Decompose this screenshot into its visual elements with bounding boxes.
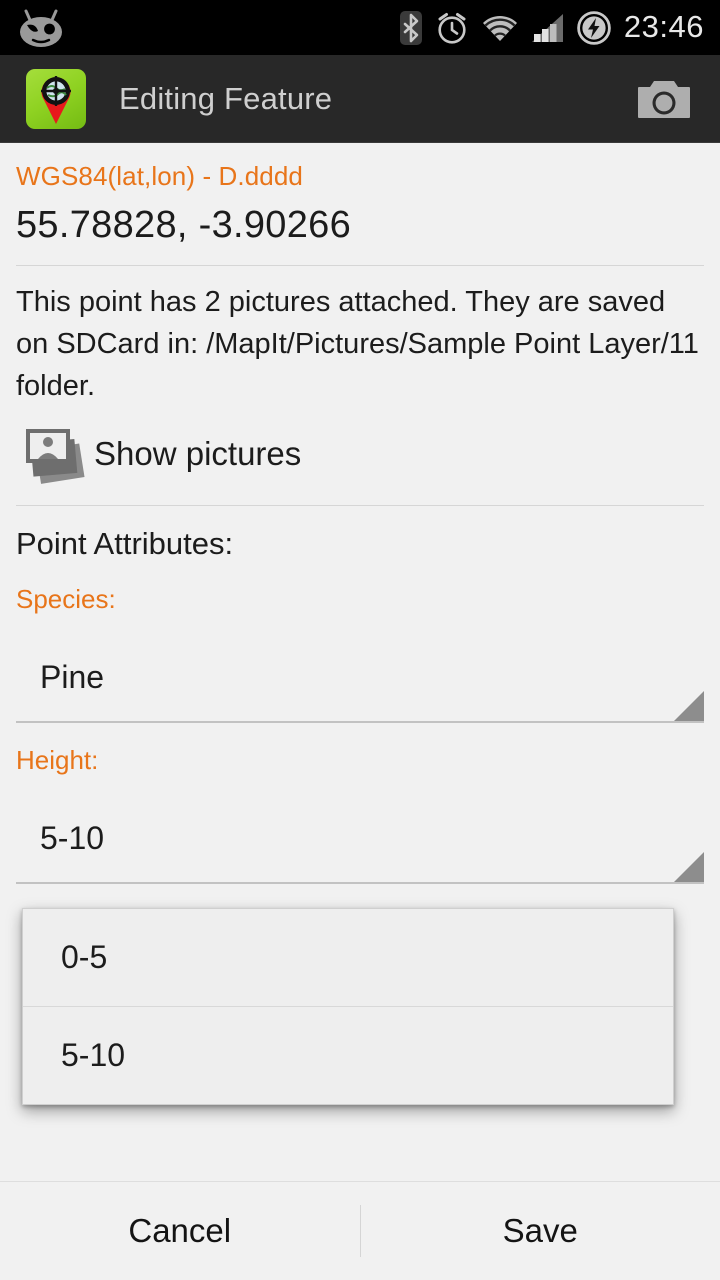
chevron-down-icon xyxy=(674,691,704,722)
crs-label: WGS84(lat,lon) - D.dddd xyxy=(16,161,303,191)
spinner-height[interactable]: 5-10 xyxy=(16,798,704,885)
bottom-button-bar: Cancel Save xyxy=(0,1181,720,1280)
dropdown-option[interactable]: 5-10 xyxy=(23,1007,673,1104)
gallery-stack-icon xyxy=(26,429,85,485)
field-label-height: Height: xyxy=(16,745,99,776)
mapit-app-icon[interactable] xyxy=(26,68,86,129)
chevron-down-icon xyxy=(674,852,704,883)
dropdown-option[interactable]: 0-5 xyxy=(23,909,673,1006)
field-label-species: Species: xyxy=(16,584,116,615)
attributes-heading: Point Attributes: xyxy=(16,526,234,562)
alarm-icon xyxy=(438,12,466,44)
status-clock: 23:46 xyxy=(623,9,704,44)
status-icons: 23:46 xyxy=(399,9,720,45)
bluetooth-icon xyxy=(399,10,422,45)
battery-charging-icon xyxy=(577,10,611,45)
coordinates-value: 55.78828, -3.90266 xyxy=(16,204,352,246)
signal-icon xyxy=(531,13,563,42)
spinner-species[interactable]: Pine xyxy=(16,637,704,724)
action-bar: Editing Feature xyxy=(0,55,720,143)
camera-button[interactable] xyxy=(630,69,698,129)
cancel-button[interactable]: Cancel xyxy=(0,1182,360,1280)
save-button[interactable]: Save xyxy=(361,1182,720,1280)
dropdown-popup-height[interactable]: 0-5 5-10 xyxy=(22,908,674,1105)
page-title: Editing Feature xyxy=(119,80,333,116)
app-screen: 23:46 Editing Feature WGS84(lat,lon) - D… xyxy=(0,0,720,1280)
spinner-species-value: Pine xyxy=(40,659,105,696)
show-pictures-button[interactable]: Show pictures xyxy=(16,407,704,505)
wifi-icon xyxy=(482,15,517,41)
camera-icon xyxy=(638,80,690,118)
content-area: WGS84(lat,lon) - D.dddd 55.78828, -3.902… xyxy=(0,143,720,885)
pictures-note: This point has 2 pictures attached. They… xyxy=(16,286,699,402)
cyanogenmod-logo xyxy=(20,9,62,47)
status-bar: 23:46 xyxy=(0,0,720,55)
show-pictures-label: Show pictures xyxy=(94,435,302,473)
spinner-height-value: 5-10 xyxy=(40,820,105,857)
